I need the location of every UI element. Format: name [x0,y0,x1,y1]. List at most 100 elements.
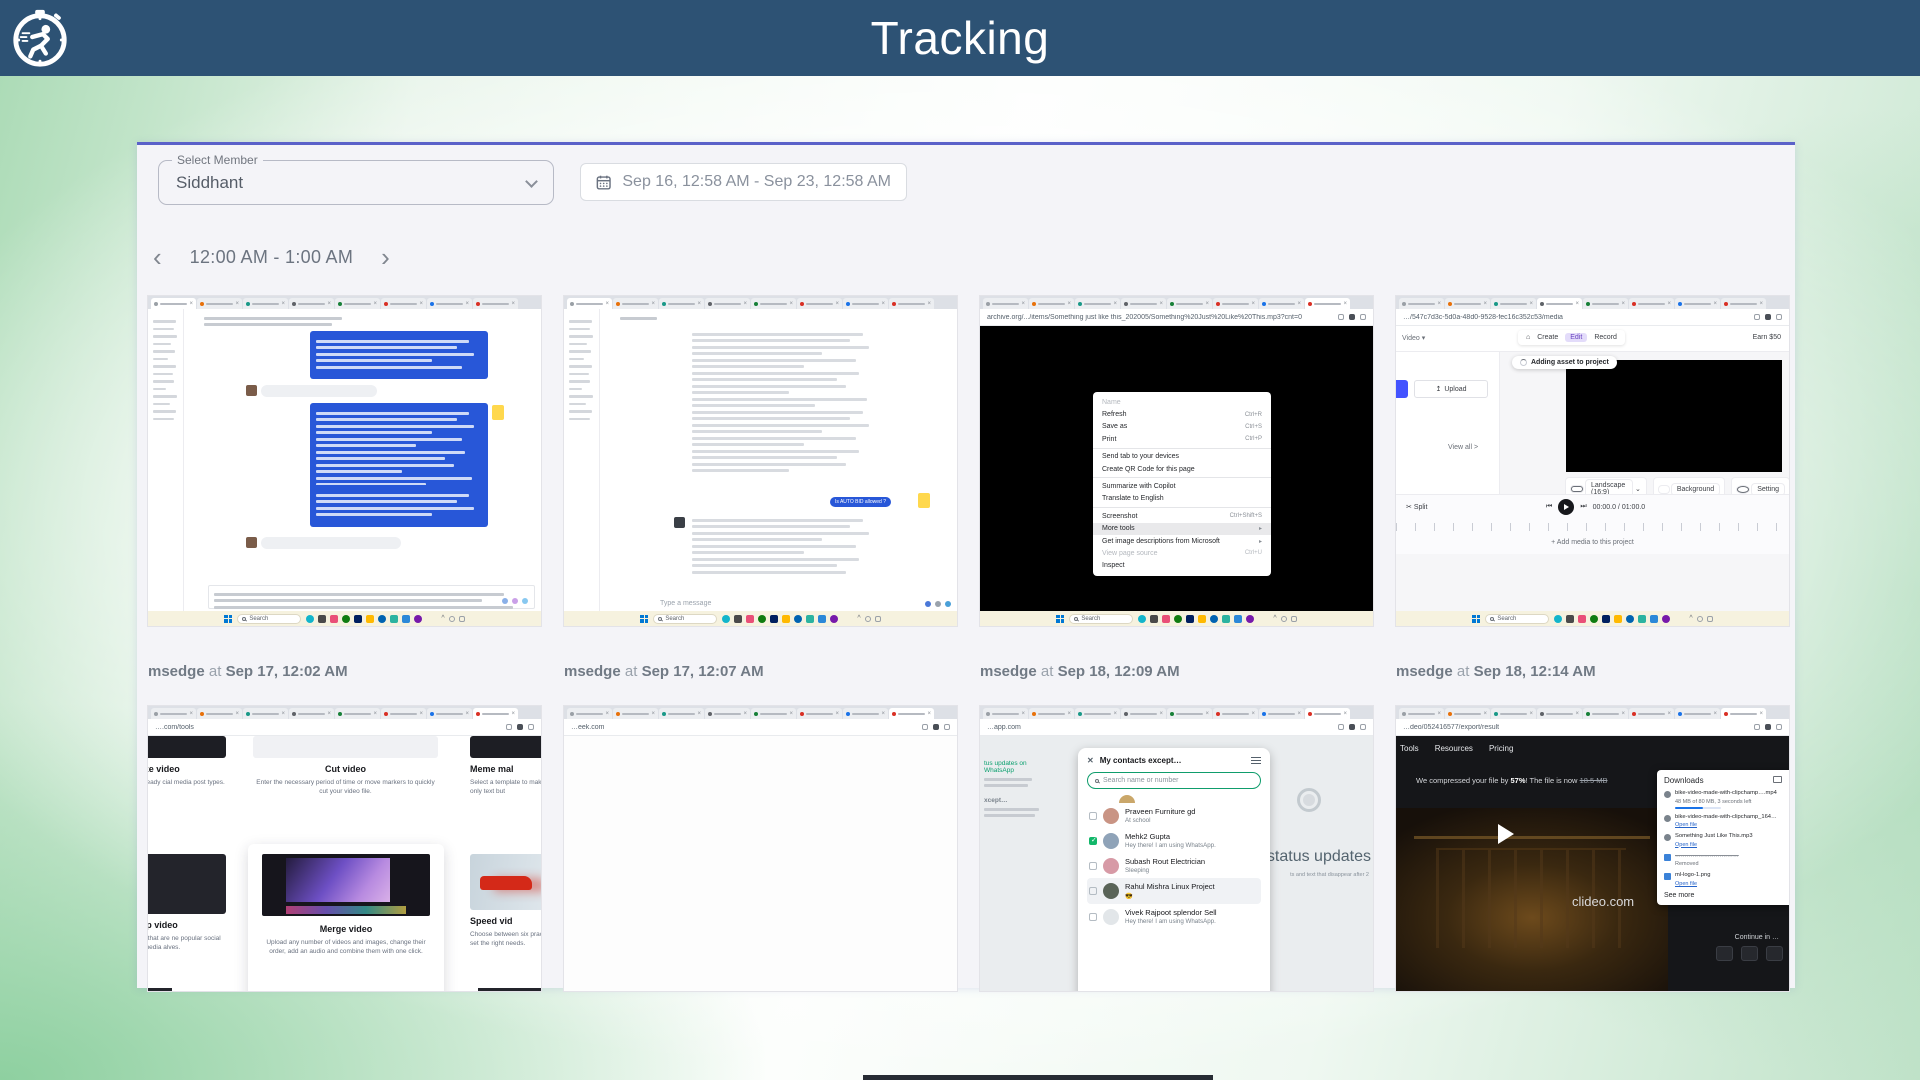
taskbar-app-icon [1162,615,1170,623]
browser-tab: × [243,298,288,309]
screenshot-grid: ×××××××× ancer.com/messages/thread/37040… [148,296,1789,991]
project-menu: Video ▾ [1402,334,1425,342]
status-ring-icon [1297,788,1321,812]
search-placeholder: Search name or number [1103,777,1178,784]
download-item: bike-video-made-with-clipchamp….mp448 MB… [1664,790,1782,809]
browser-tab-strip: ×××××××× [1396,706,1789,719]
site-nav: ToolsResourcesPricing [1400,744,1513,753]
screenshot-thumbnail-7[interactable]: ×××××××× …app.com tus updates on WhatsAp… [980,706,1373,991]
page-content: Video ▾ ⌂ Create Edit Record Earn $50 Ad… [1396,326,1789,611]
thumbnail-caption-4: msedge at Sep 18, 12:14 AM [1396,626,1789,706]
date-range-picker[interactable]: Sep 16, 12:58 AM - Sep 23, 12:58 AM [580,163,907,201]
taskbar-tray: ^ [857,615,880,622]
browser-tab-strip: ×××××××× [148,296,541,309]
browser-tab: × [1629,708,1674,719]
view-all-link: View all > [1448,444,1478,451]
timeline-panel: ✂ Split ⏮⏭ 00:00.0 / 01:00.0 + Add media… [1396,494,1789,554]
prev-hour-button[interactable]: ‹ [149,245,166,269]
member-select-value: Siddhant [159,161,553,204]
screenshot-thumbnail-8[interactable]: ×××××××× …deo/052416577/export/result To… [1396,706,1789,991]
taskbar-app-icon [318,615,326,623]
taskbar-search: Search [237,614,301,624]
calendar-icon [596,174,611,191]
browser-media-icon [1765,724,1771,730]
url-text: …/547c7d3c-5d0a-48d0-9528-fec16c352c53/m… [1403,314,1749,321]
earn-button: Earn $50 [1753,334,1781,341]
download-item: ……………………………Removed [1664,853,1782,868]
chat-bubble [261,385,377,397]
windows-start-icon [224,615,232,623]
browser-media-icon [1349,724,1355,730]
windows-taskbar: Search ^ [1396,611,1789,626]
tool-card: p video prepared sizes that are ne popul… [148,854,226,953]
taskbar-app-icon [366,615,374,623]
taskbar-app-icon [734,615,742,623]
screenshot-thumbnail-6[interactable]: ×××××××× …eek.com [564,706,957,991]
taskbar-app-icon [1186,615,1194,623]
avatar [1103,833,1119,849]
taskbar-tray: ^ [1273,615,1296,622]
tool-card: Meme mal Select a template to mak using … [470,736,541,797]
browser-tab: × [1721,708,1766,719]
screenshot-thumbnail-5[interactable]: ×××××××× ….com/tools ze video your video… [148,706,541,991]
avatar [246,385,257,396]
screenshot-thumbnail-2[interactable]: ×××××××× ancer.com/messages/thread/37040… [564,296,957,626]
upload-button: ↥Upload [1414,380,1488,398]
taskbar-search: Search [653,614,717,624]
browser-tab: × [1537,298,1582,309]
tool-card: Speed vid Choose between six prac use sl… [470,854,541,949]
screenshot-thumbnail-4[interactable]: ×××××××× …/547c7d3c-5d0a-48d0-9528-fec16… [1396,296,1789,626]
browser-tab: × [889,298,934,309]
browser-tab: × [1213,708,1258,719]
browser-media-icon [933,724,939,730]
browser-tab: × [289,298,334,309]
url-text: archive.org/.../items/Something just lik… [987,314,1333,321]
continue-in-label: Continue in … [1735,934,1779,941]
contact-row-partial [1087,793,1261,803]
page-content: Name RefreshCtrl+R Save asCtrl+S PrintCt… [980,326,1373,611]
screenshot-thumbnail-1[interactable]: ×××××××× ancer.com/messages/thread/37040… [148,296,541,626]
taskbar-app-icon [758,615,766,623]
download-item: bike-video-made-with-clipchamp_164…Open … [1664,814,1782,829]
taskbar-app-icon [1222,615,1230,623]
browser-favorites-icon [1360,314,1366,320]
browser-media-icon [1765,314,1771,320]
create-tab: Create [1537,334,1558,341]
tool-card: ze video your video with ready cial medi… [148,736,226,787]
select-all-icon [1251,757,1261,764]
browser-tab: × [335,298,380,309]
page-content: ze video your video with ready cial medi… [148,736,541,991]
member-select[interactable]: Select Member Siddhant [158,160,554,205]
chat-bubble [261,537,401,549]
folder-icon [1773,776,1782,783]
browser-extension-icon [922,724,928,730]
browser-media-icon [1349,314,1355,320]
taskbar-search: Search [1069,614,1133,624]
blank-page-content [564,736,957,991]
screenshot-thumbnail-3[interactable]: ×××××××× archive.org/.../items/Something… [980,296,1373,626]
play-button [1558,499,1574,515]
taskbar-app-icon [1578,615,1586,623]
windows-taskbar: Search ^ [980,611,1373,626]
taskbar-app-icon [770,615,778,623]
taskbar-app-icon [806,615,814,623]
taskbar-app-icon [402,615,410,623]
browser-tab: × [473,708,518,719]
context-menu: Name RefreshCtrl+R Save asCtrl+S PrintCt… [1093,392,1271,576]
browser-url-bar: …eek.com [564,719,957,736]
date-range-value: Sep 16, 12:58 AM - Sep 23, 12:58 AM [622,173,891,191]
taskbar-app-icon [1590,615,1598,623]
attachment-icon [492,405,504,420]
checkbox-checked [1089,837,1097,845]
browser-url-bar: archive.org/.../items/Something just lik… [980,309,1373,326]
avatar [1103,858,1119,874]
browser-tab: × [843,708,888,719]
time-range-label: 12:00 AM - 1:00 AM [190,247,354,268]
browser-favorites-icon [528,724,534,730]
browser-tab-strip: ×××××××× [980,296,1373,309]
next-hour-button[interactable]: › [377,245,394,269]
browser-tab: × [705,298,750,309]
file-icon [1664,815,1671,822]
browser-extension-icon [506,724,512,730]
browser-tab: × [751,708,796,719]
